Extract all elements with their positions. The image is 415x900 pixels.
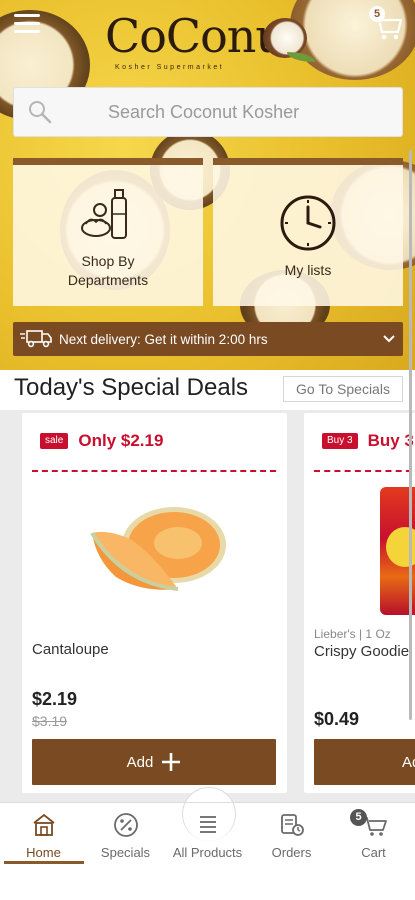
sale-tag: sale [40, 433, 69, 449]
percent-icon [112, 811, 140, 839]
promo-row: sale Only $2.19 [40, 431, 163, 451]
tile-shop-by-departments[interactable]: Shop By Departments [13, 158, 203, 306]
grocery-bag-icon [76, 182, 140, 246]
quick-tiles: Shop By Departments My lists [13, 158, 403, 306]
add-to-cart-button[interactable]: Add [32, 739, 276, 785]
add-label: Add [126, 753, 154, 771]
orders-icon [278, 811, 306, 839]
deals-title: Today's Special Deals [14, 374, 249, 401]
tile-label: My lists [284, 262, 332, 278]
add-label: Add [402, 753, 415, 771]
scrollbar[interactable] [409, 150, 412, 720]
add-to-cart-button[interactable]: Add [314, 739, 415, 785]
tile-my-lists[interactable]: My lists [213, 158, 403, 306]
deal-card[interactable]: sale Only $2.19 Cantaloupe $2.19 $3.19 A… [22, 413, 287, 793]
delivery-truck-icon [13, 322, 59, 356]
product-old-price: $3.19 [32, 713, 68, 729]
nav-all-products[interactable]: All Products [166, 803, 249, 865]
nav-orders[interactable]: Orders [250, 803, 333, 865]
nav-label: All Products [172, 845, 243, 860]
menu-button[interactable] [14, 14, 40, 36]
plus-icon [162, 753, 181, 771]
app-screen: CoConut Kosher Supermarket 5 Search Coco… [0, 0, 415, 900]
product-name: Crispy Goodie [314, 643, 410, 660]
coconut-logo-icon [263, 18, 307, 58]
promo-text: Buy 3 [367, 431, 414, 450]
nav-label: Home [26, 845, 61, 860]
dashed-divider [314, 470, 415, 472]
product-name: Cantaloupe [32, 641, 109, 658]
clock-icon [278, 191, 338, 255]
list-icon [194, 811, 222, 839]
tile-label: Shop By Departments [67, 252, 149, 288]
chevron-down-icon [375, 335, 403, 343]
buy-3-tag: Buy 3 [322, 433, 358, 449]
product-price: $0.49 [314, 709, 360, 729]
nav-label: Cart [361, 845, 386, 860]
deal-card[interactable]: Buy 3 Buy 3 Lieber's | 1 Oz Crispy Goodi… [304, 413, 415, 793]
cart-count-badge: 5 [350, 809, 367, 826]
nav-label: Specials [100, 845, 151, 860]
nav-specials[interactable]: Specials [84, 803, 167, 865]
nav-label: Orders [271, 845, 312, 860]
hero-banner: CoConut Kosher Supermarket 5 Search Coco… [0, 0, 415, 370]
home-icon [30, 811, 58, 839]
logo-subtitle: Kosher Supermarket [115, 64, 225, 71]
dashed-divider [32, 470, 276, 472]
promo-row: Buy 3 Buy 3 [322, 431, 414, 451]
brand-logo: CoConut Kosher Supermarket [105, 6, 315, 78]
promo-text: Only $2.19 [78, 431, 164, 450]
product-brand: Lieber's | 1 Oz [314, 627, 391, 641]
cart-badge: 5 [369, 6, 385, 22]
active-tab-indicator [4, 861, 84, 864]
menu-icon [14, 14, 40, 17]
search-icon [14, 87, 66, 137]
go-to-specials-button[interactable]: Go To Specials [283, 376, 403, 402]
top-bar: CoConut Kosher Supermarket 5 [0, 0, 415, 80]
nav-home[interactable]: Home [2, 803, 85, 865]
nav-cart[interactable]: Cart [332, 803, 415, 865]
search-input[interactable] [66, 101, 366, 123]
delivery-banner[interactable]: Next delivery: Get it within 2:00 hrs [13, 322, 403, 356]
delivery-text: Next delivery: Get it within 2:00 hrs [59, 331, 268, 347]
product-price: $2.19 [32, 689, 78, 709]
header-cart-button[interactable]: 5 [367, 6, 403, 42]
product-image-cantaloupe [82, 493, 232, 603]
footer-blank [0, 864, 415, 900]
search-bar[interactable] [13, 87, 403, 137]
